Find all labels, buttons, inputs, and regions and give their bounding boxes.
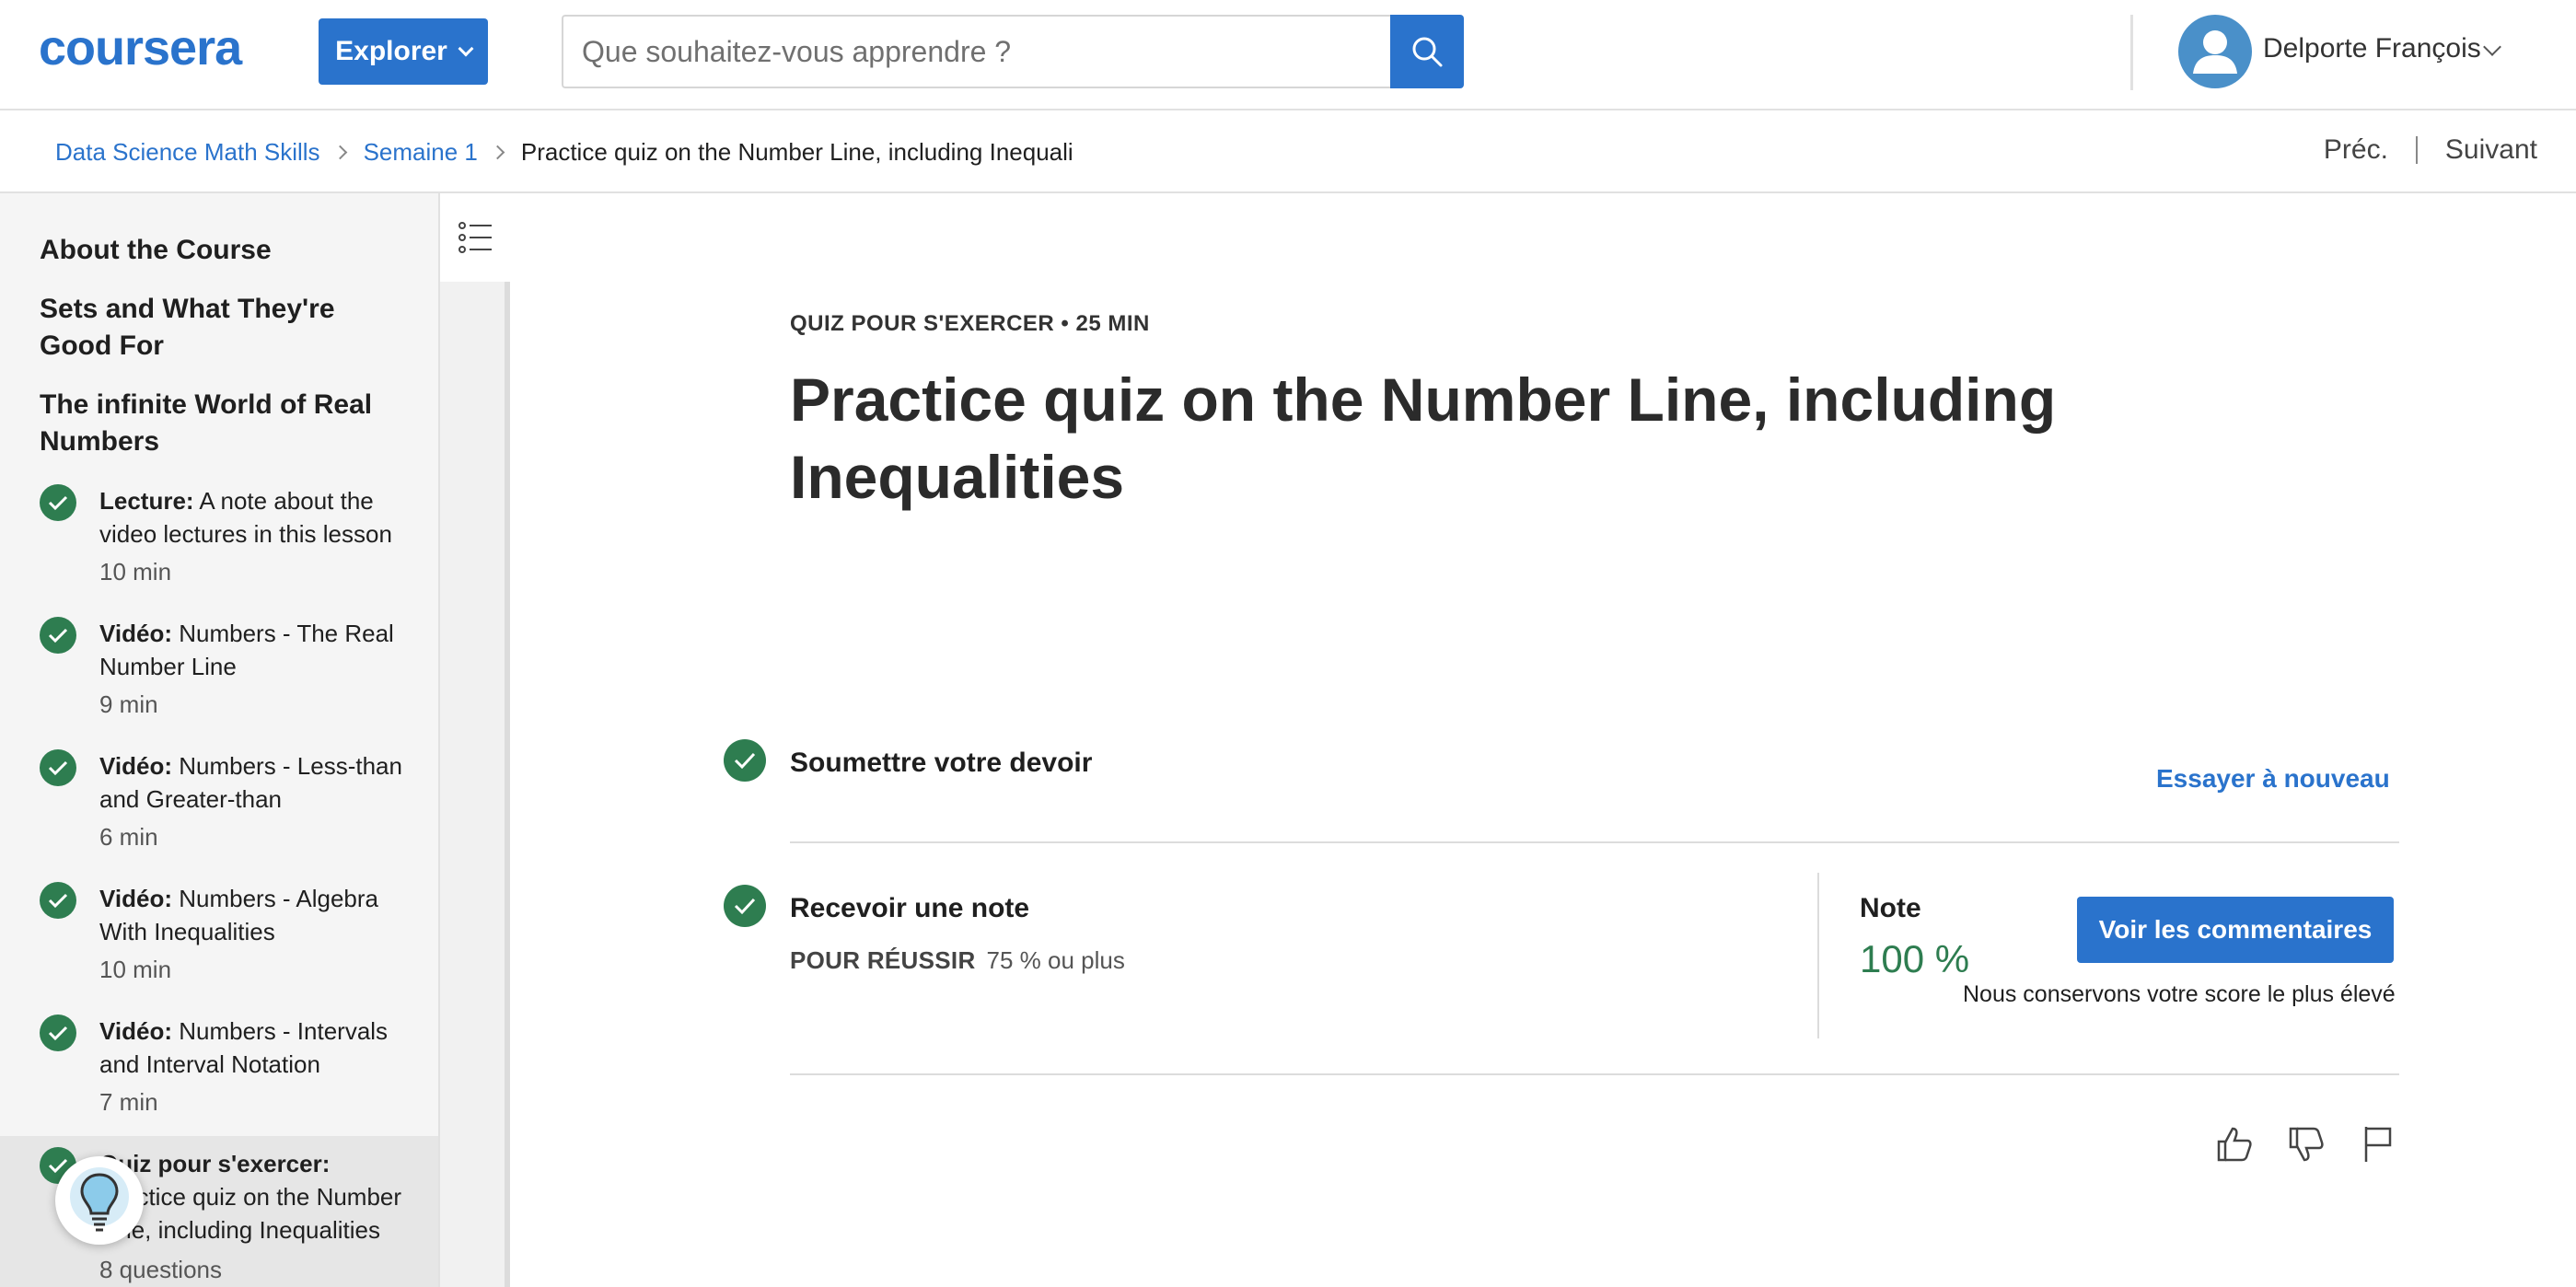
- chevron-right-icon: [490, 145, 505, 160]
- coursera-logo[interactable]: coursera: [39, 26, 276, 72]
- grade-note-label: Note: [1860, 893, 1921, 923]
- check-icon: [40, 749, 76, 786]
- sidebar-item-duration: 10 min: [99, 956, 172, 983]
- sidebar-item-label: Vidéo: Numbers - The Real Number Line: [99, 620, 394, 680]
- check-icon: [40, 484, 76, 521]
- feedback-icons: [2213, 1123, 2399, 1165]
- sidebar-item-label: Vidéo: Numbers - Intervals and Interval …: [99, 1017, 389, 1078]
- vertical-divider: [1817, 873, 1819, 1038]
- explore-label: Explorer: [335, 36, 447, 66]
- divider: [790, 1073, 2399, 1075]
- check-icon: [724, 885, 766, 927]
- breadcrumb-week-link[interactable]: Semaine 1: [364, 138, 478, 167]
- sidebar-item-duration: 7 min: [99, 1088, 158, 1116]
- prev-link[interactable]: Préc.: [2324, 134, 2388, 166]
- view-feedback-label: Voir les commentaires: [2098, 915, 2373, 944]
- chevron-down-icon[interactable]: [2483, 38, 2501, 56]
- sidebar-item-label: Vidéo: Numbers - Algebra With Inequaliti…: [99, 885, 378, 945]
- next-link[interactable]: Suivant: [2445, 134, 2537, 166]
- search-input[interactable]: Que souhaitez-vous apprendre ?: [562, 15, 1390, 88]
- sidebar-item-video-intervals[interactable]: Vidéo: Numbers - Intervals and Interval …: [0, 1015, 438, 1143]
- check-icon: [40, 882, 76, 919]
- retry-link[interactable]: Essayer à nouveau: [2156, 764, 2390, 794]
- search-icon: [1412, 37, 1443, 67]
- chevron-down-icon: [458, 41, 474, 57]
- sidebar-section-about[interactable]: About the Course: [40, 232, 408, 269]
- user-avatar-icon[interactable]: [2178, 15, 2252, 88]
- grade-value: 100 %: [1860, 937, 1970, 980]
- header-divider: [2130, 15, 2133, 90]
- check-icon: [40, 617, 76, 654]
- thumbs-up-icon[interactable]: [2213, 1123, 2256, 1165]
- divider: [790, 841, 2399, 843]
- hint-button[interactable]: [55, 1156, 144, 1245]
- sidebar-section-sets[interactable]: Sets and What They're Good For: [40, 291, 408, 365]
- sidebar-item-duration: 9 min: [99, 690, 158, 718]
- pass-requirement: POUR RÉUSSIR 75 % ou plus: [790, 946, 1125, 975]
- highest-score-note: Nous conservons votre score le plus élev…: [1963, 981, 2396, 1007]
- search-button[interactable]: [1390, 15, 1464, 88]
- check-icon: [40, 1015, 76, 1051]
- sidebar-item-duration: 10 min: [99, 558, 172, 586]
- sidebar-item-video-less-than[interactable]: Vidéo: Numbers - Less-than and Greater-t…: [0, 749, 438, 878]
- course-sidebar: About the Course Sets and What They're G…: [0, 193, 440, 1287]
- top-header: coursera Explorer Que souhaitez-vous app…: [0, 0, 2576, 110]
- sidebar-item-lecture-note[interactable]: Lecture: A note about the video lectures…: [0, 484, 438, 613]
- sidebar-item-video-real-line[interactable]: Vidéo: Numbers - The Real Number Line 9 …: [0, 617, 438, 746]
- submit-assignment-label: Soumettre votre devoir: [790, 748, 1093, 778]
- sidebar-item-duration: 6 min: [99, 823, 158, 851]
- svg-text:coursera: coursera: [39, 26, 243, 72]
- breadcrumb-bar: Data Science Math Skills Semaine 1 Pract…: [0, 110, 2576, 193]
- pass-value: 75 % ou plus: [986, 946, 1125, 974]
- sidebar-item-label: Quiz pour s'exercer: Practice quiz on th…: [99, 1150, 402, 1244]
- sidebar-item-label: Vidéo: Numbers - Less-than and Greater-t…: [99, 752, 402, 813]
- explore-button[interactable]: Explorer: [319, 18, 488, 85]
- breadcrumb-current: Practice quiz on the Number Line, includ…: [520, 138, 1073, 166]
- search-placeholder: Que souhaitez-vous apprendre ?: [582, 34, 1012, 68]
- flag-icon[interactable]: [2357, 1123, 2399, 1165]
- toc-toggle-button[interactable]: [440, 193, 510, 282]
- user-name[interactable]: Delporte François: [2263, 33, 2481, 64]
- check-icon: [724, 739, 766, 782]
- page-title: Practice quiz on the Number Line, includ…: [790, 365, 2057, 511]
- list-icon: [458, 222, 492, 253]
- prev-next-nav: Préc. Suivant: [2324, 134, 2537, 166]
- receive-grade-label: Recevoir une note: [790, 893, 1030, 923]
- sidebar-item-duration: 8 questions: [99, 1256, 222, 1283]
- chevron-right-icon: [332, 145, 347, 160]
- nav-divider: [2415, 136, 2418, 164]
- sidebar-item-video-algebra[interactable]: Vidéo: Numbers - Algebra With Inequaliti…: [0, 882, 438, 1011]
- breadcrumb-course-link[interactable]: Data Science Math Skills: [55, 138, 320, 167]
- sidebar-item-label: Lecture: A note about the video lectures…: [99, 487, 392, 548]
- item-kicker: QUIZ POUR S'EXERCER • 25 MIN: [790, 311, 1150, 336]
- sidebar-section-real-numbers[interactable]: The infinite World of Real Numbers: [40, 387, 408, 460]
- toc-column: [440, 193, 510, 1287]
- view-feedback-button[interactable]: Voir les commentaires: [2077, 897, 2394, 963]
- lightbulb-icon: [70, 1167, 129, 1232]
- pass-label: POUR RÉUSSIR: [790, 946, 976, 974]
- thumbs-down-icon[interactable]: [2285, 1123, 2327, 1165]
- breadcrumb: Data Science Math Skills Semaine 1 Pract…: [55, 138, 1073, 167]
